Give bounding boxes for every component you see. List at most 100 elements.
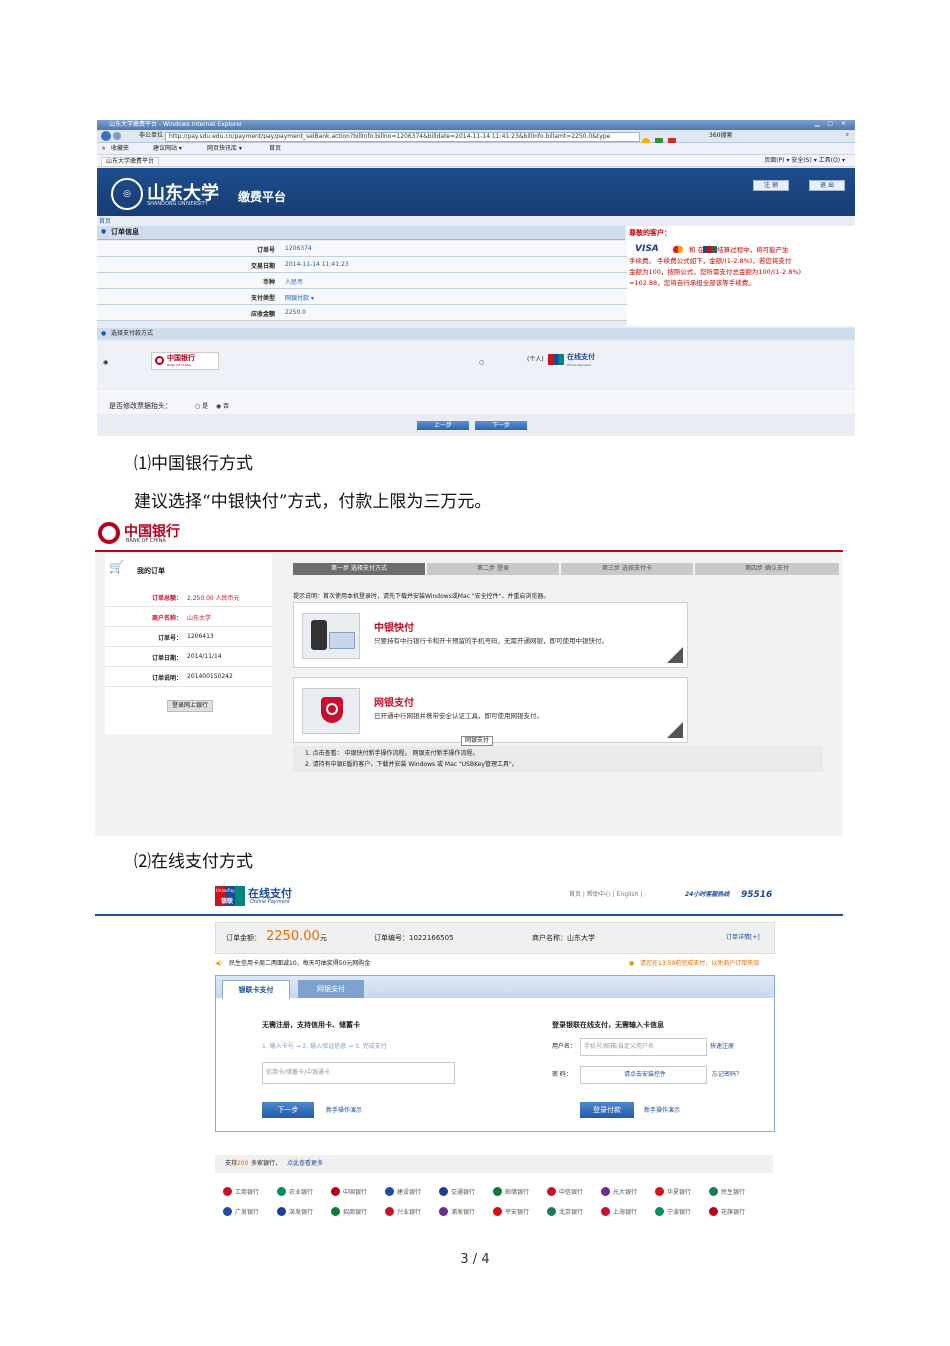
bank-item[interactable]: 工商银行 bbox=[223, 1187, 259, 1196]
bank-item[interactable]: 北京银行 bbox=[547, 1207, 583, 1216]
bank-item[interactable]: 广发银行 bbox=[223, 1207, 259, 1216]
hotline-number: 95516 bbox=[741, 890, 773, 900]
order-info-header: ● 订单信息 bbox=[97, 226, 625, 240]
clock-icon: ● bbox=[629, 960, 635, 967]
guide-link[interactable]: 新手操作演示 bbox=[326, 1108, 362, 1114]
quickpay-title: 中银快付 bbox=[374, 623, 414, 634]
password-input[interactable]: 请点击安装控件 bbox=[580, 1066, 707, 1084]
card-number-input[interactable]: 信用卡/储蓄卡/中银通卡 bbox=[262, 1062, 455, 1084]
boc-order-row: 订单说明： 201400150242 bbox=[105, 667, 272, 687]
bank-logo-icon bbox=[601, 1207, 610, 1216]
shield-icon bbox=[302, 688, 360, 734]
boc-option[interactable]: 中国银行 BANK OF CHINA bbox=[151, 352, 219, 370]
logout-button[interactable]: 注 销 bbox=[753, 180, 789, 191]
bank-item[interactable]: 交通银行 bbox=[439, 1187, 475, 1196]
fav-item-suggested[interactable]: 建议网站 ▾ bbox=[153, 146, 182, 152]
window-controls-icon[interactable]: ▁ ▢ ✕ bbox=[815, 121, 849, 127]
bank-logo-icon bbox=[439, 1207, 448, 1216]
username-input[interactable]: 手机号/邮箱/自定义用户名 bbox=[580, 1038, 707, 1056]
top-links[interactable]: 首页 | 帮助中心 | English | bbox=[569, 892, 642, 898]
bank-item[interactable]: 上海银行 bbox=[601, 1207, 637, 1216]
sdu-payment-screenshot: 山东大学缴费平台 - Windows Internet Explorer ▁ ▢… bbox=[97, 120, 855, 436]
home-link[interactable]: 首页 bbox=[99, 219, 111, 225]
forward-icon[interactable] bbox=[113, 132, 121, 140]
order-summary: 订单金额： 2250.00 元 订单编号：1022166505 商户名称：山东大… bbox=[215, 922, 775, 954]
invoice-yes-label: 是 bbox=[202, 403, 209, 410]
note-1[interactable]: 1. 点击查看： 中银快付新手操作流程。 网银支付新手操作流程。 bbox=[305, 751, 478, 757]
boc-quickpay-option[interactable]: 中银快付 只要持有中行银行卡和开卡预留的手机号码，无需开通网银，即可使用中银快付… bbox=[293, 602, 688, 668]
guide-link-2[interactable]: 新手操作演示 bbox=[644, 1108, 680, 1114]
back-icon[interactable] bbox=[101, 131, 111, 141]
boc-order-value: 201400150242 bbox=[187, 673, 233, 680]
card-next-button[interactable]: 下一步 bbox=[262, 1102, 314, 1118]
order-row-value: 2250.0 bbox=[285, 309, 306, 316]
support-prefix: 支持 bbox=[225, 1160, 238, 1167]
order-row: 应收金额 2250.0 bbox=[97, 305, 627, 321]
bank-name: 工商银行 bbox=[235, 1189, 260, 1196]
forgot-password-link[interactable]: 忘记密码？ bbox=[712, 1072, 742, 1078]
info-icon: ● bbox=[101, 228, 107, 235]
login-pay-button[interactable]: 登录付款 bbox=[580, 1102, 634, 1118]
bank-item[interactable]: 邮储银行 bbox=[493, 1187, 529, 1196]
ie-command-bar[interactable]: 页面(P) ▾ 安全(S) ▾ 工具(O) ▾ bbox=[764, 158, 845, 164]
search-provider[interactable]: 360搜索 bbox=[709, 133, 732, 139]
bank-item[interactable]: 宁波银行 bbox=[655, 1207, 691, 1216]
bank-item[interactable]: 招商银行 bbox=[331, 1207, 367, 1216]
fav-item-webslice[interactable]: 网页快讯库 ▾ bbox=[207, 146, 242, 152]
unionpay-logo-sub: Online Payment bbox=[567, 363, 591, 367]
boc-netbank-option[interactable]: 网银支付 已开通中行网银并携带安全认证工具，即可使用网银支付。 bbox=[293, 677, 688, 743]
order-row-value: 1206374 bbox=[285, 245, 312, 252]
boc-order-value: 山东大学 bbox=[187, 615, 212, 622]
favorites-label[interactable]: 收藏夹 bbox=[111, 146, 129, 152]
url-field[interactable]: http://pay.sdu.edu.cn/payment/pay/paymen… bbox=[165, 132, 640, 142]
tab-unionpay-card[interactable]: 银联卡支付 bbox=[222, 980, 290, 999]
tab-netbank[interactable]: 网银支付 bbox=[298, 980, 364, 998]
bank-item[interactable]: 浦发银行 bbox=[439, 1207, 475, 1216]
unionpay-logo-bottom: 银联 bbox=[221, 898, 234, 905]
brand-sub: Online Payment bbox=[250, 899, 290, 905]
notice-line-2: 金额为100，按照公式，您所需支付总金额为100/(1-2.8%) bbox=[629, 268, 802, 276]
bank-logo-icon bbox=[385, 1187, 394, 1196]
bank-logo-icon bbox=[709, 1187, 718, 1196]
bank-item[interactable]: 中信银行 bbox=[547, 1187, 583, 1196]
promo-text[interactable]: 民生信用卡周二两面减10，每天可抽奖得50元网购金 bbox=[229, 961, 370, 967]
fav-item-home[interactable]: 首页 bbox=[269, 146, 281, 152]
boc-radio[interactable]: ◉ bbox=[103, 360, 108, 366]
bank-item[interactable]: 光大银行 bbox=[601, 1187, 637, 1196]
support-more-link[interactable]: 点此查看更多 bbox=[287, 1161, 323, 1167]
boc-order-label: 商户名称： bbox=[151, 615, 182, 622]
order-row-value[interactable]: 网银付款 ▾ bbox=[285, 293, 314, 302]
bank-name: 广发银行 bbox=[235, 1209, 260, 1216]
order-detail-link[interactable]: 订单详情[+] bbox=[726, 935, 760, 941]
bank-item[interactable]: 华夏银行 bbox=[655, 1187, 691, 1196]
bank-item[interactable]: 花旗银行 bbox=[709, 1207, 745, 1216]
bank-name: 上海银行 bbox=[613, 1209, 638, 1216]
next-step-button[interactable]: 下一步 bbox=[475, 421, 527, 430]
invoice-no-radio[interactable]: ◉ 否 bbox=[216, 404, 229, 410]
bank-item[interactable]: 农业银行 bbox=[277, 1187, 313, 1196]
unionpay-logo-icon[interactable] bbox=[548, 354, 564, 365]
unionpay-radio[interactable]: ○ bbox=[479, 360, 484, 366]
register-link[interactable]: 快速注册 bbox=[710, 1044, 734, 1050]
order-number: 订单编号：1022166505 bbox=[374, 934, 454, 942]
bank-item[interactable]: 中国银行 bbox=[331, 1187, 367, 1196]
search-icon[interactable]: ⌕ bbox=[846, 132, 849, 138]
bank-item[interactable]: 建设银行 bbox=[385, 1187, 421, 1196]
order-row-value: 人民币 bbox=[285, 279, 304, 286]
bank-item[interactable]: 兴业银行 bbox=[385, 1207, 421, 1216]
unionpay-personal-label: (个人) bbox=[527, 356, 544, 363]
exit-button[interactable]: 退 出 bbox=[809, 180, 845, 191]
tab-current[interactable]: 山东大学缴费平台 bbox=[101, 157, 160, 167]
unionpay-logo-text[interactable]: 在线支付 bbox=[567, 354, 595, 361]
bank-item[interactable]: 民生银行 bbox=[709, 1187, 745, 1196]
star-icon: ★ bbox=[101, 145, 107, 152]
support-suffix: 多家银行， bbox=[251, 1160, 282, 1167]
prev-step-button[interactable]: 上一步 bbox=[417, 421, 469, 430]
invoice-yes-radio[interactable]: ○ 是 bbox=[195, 404, 208, 410]
bank-item[interactable]: 深发银行 bbox=[277, 1207, 313, 1216]
note-2[interactable]: 2. 请持有中银E盾的客户，下载并安装 Windows 或 Mac "USBKe… bbox=[305, 762, 518, 768]
address-buttons[interactable] bbox=[642, 131, 692, 146]
bank-logo-icon bbox=[493, 1187, 502, 1196]
bank-item[interactable]: 平安银行 bbox=[493, 1207, 529, 1216]
online-banking-login-button[interactable]: 登录网上银行 bbox=[167, 700, 214, 712]
